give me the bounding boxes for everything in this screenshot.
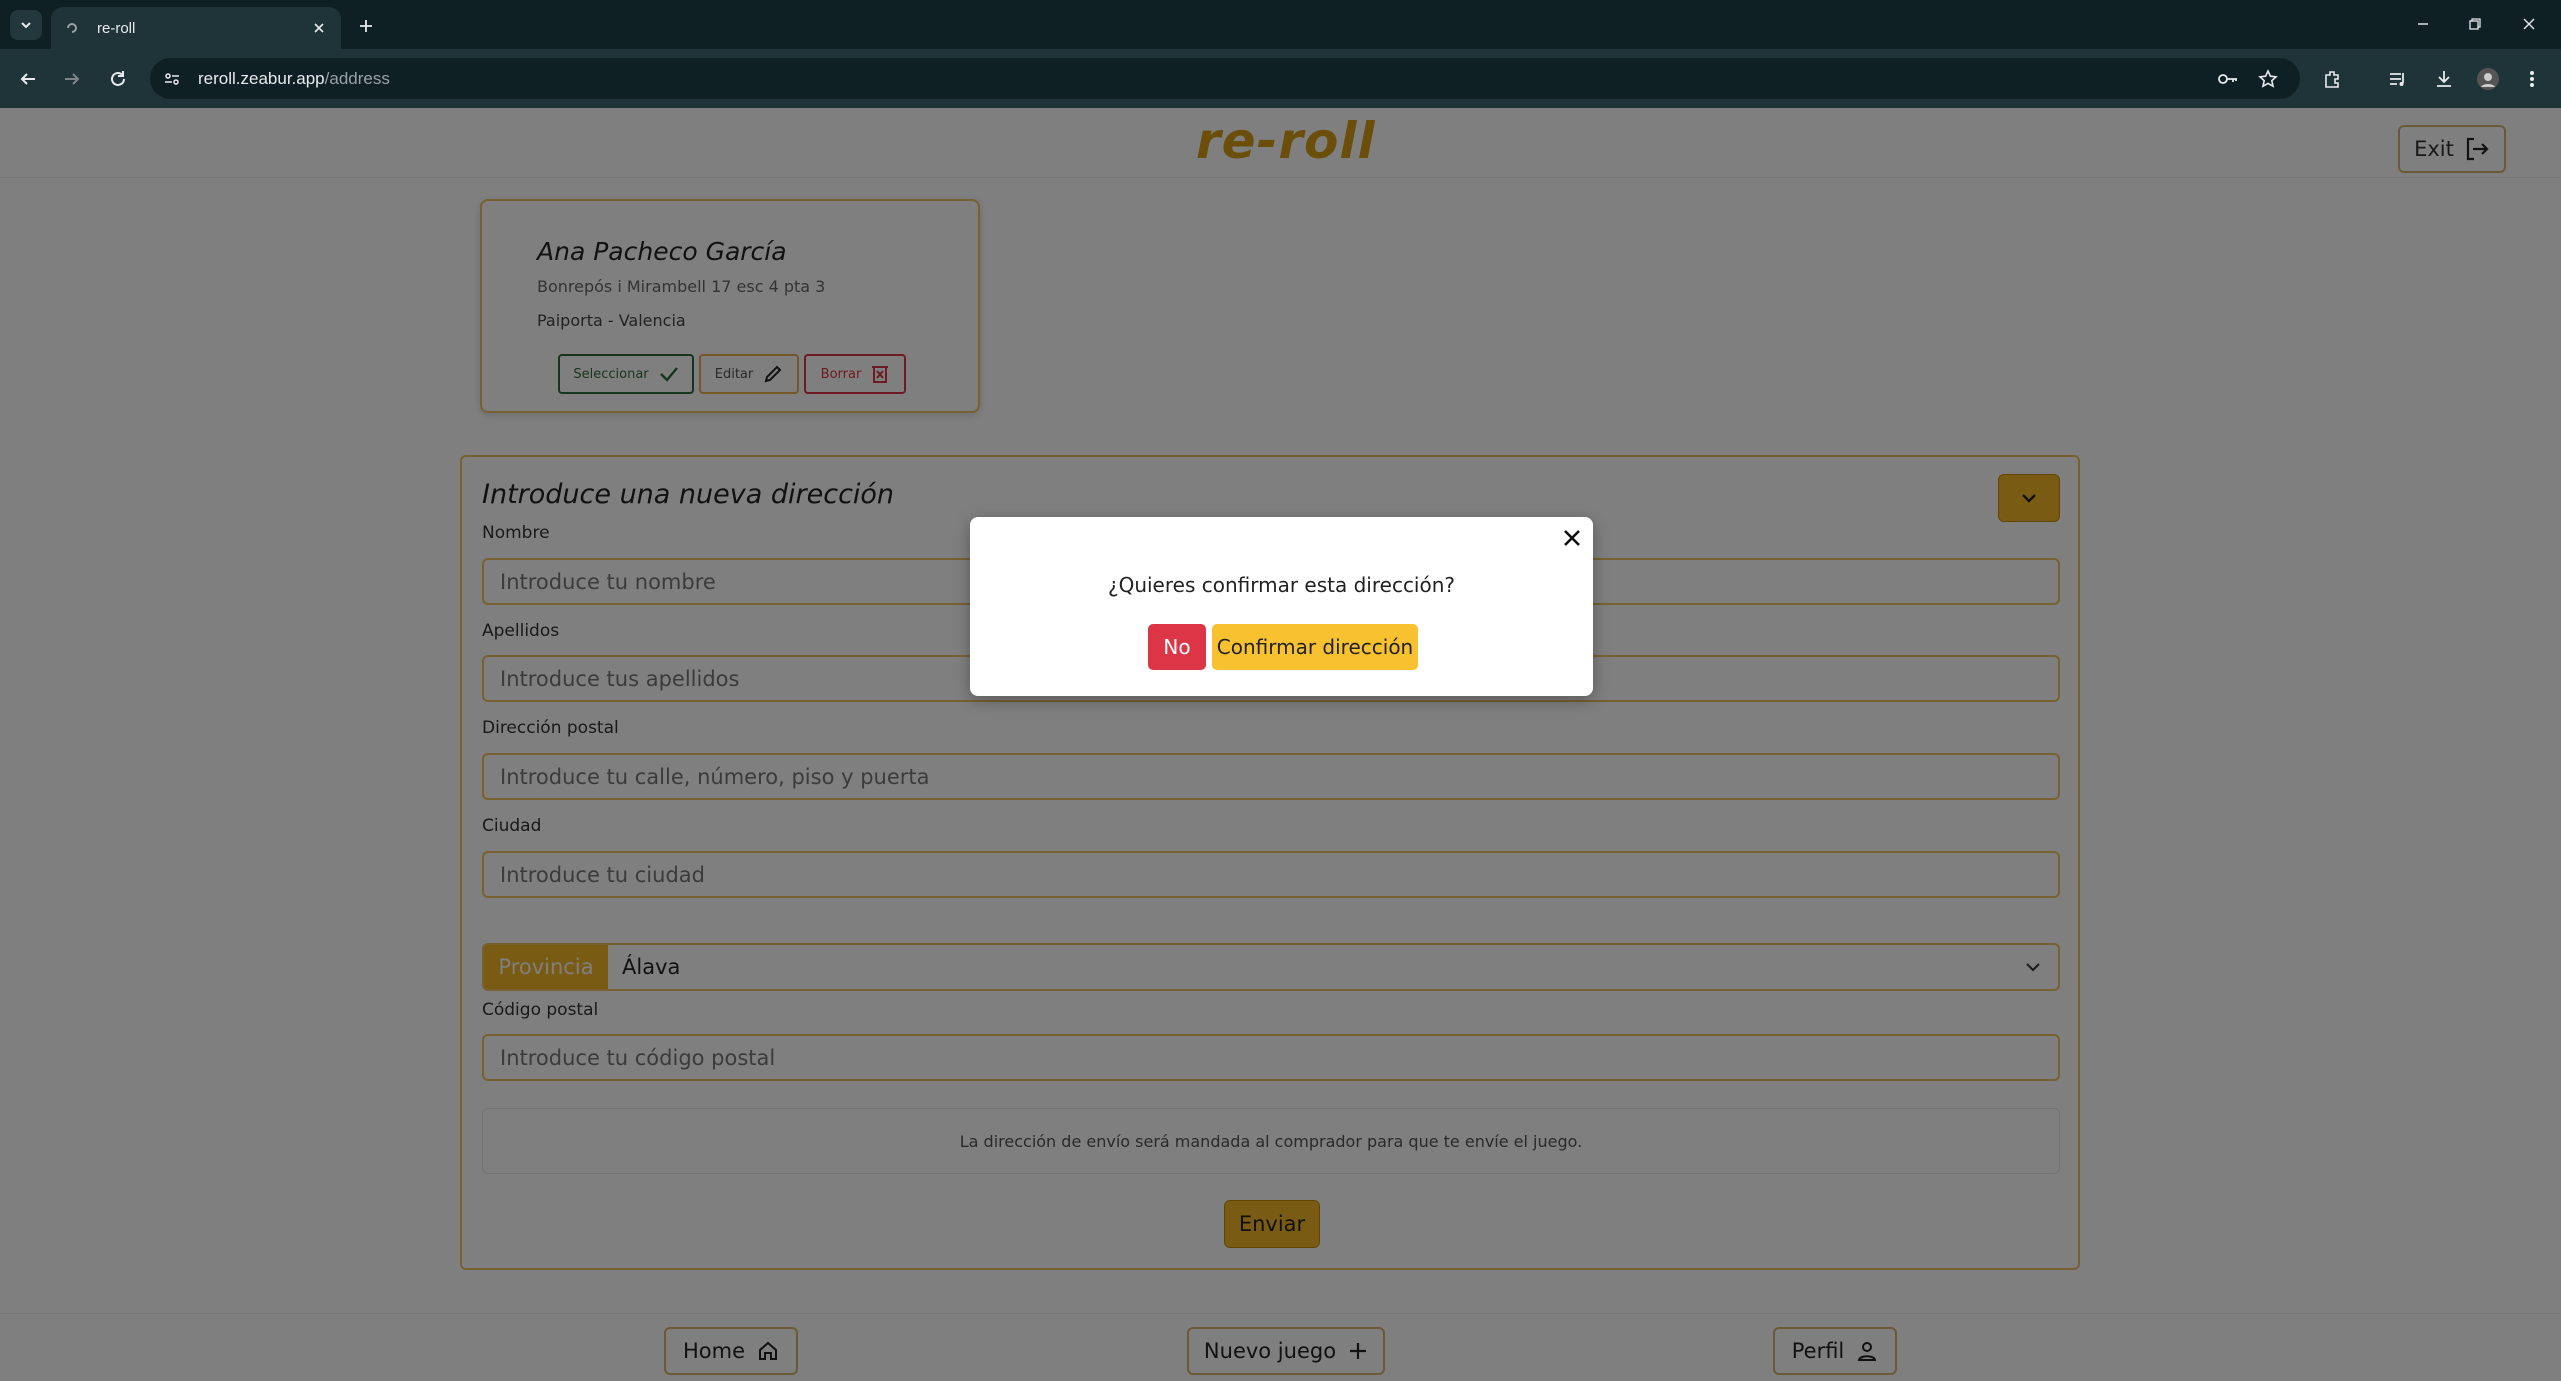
plus-icon bbox=[360, 20, 372, 32]
back-button[interactable] bbox=[12, 63, 44, 95]
download-icon[interactable] bbox=[2428, 63, 2460, 95]
url-text: reroll.zeabur.app/address bbox=[198, 68, 390, 88]
site-info-icon[interactable] bbox=[158, 65, 186, 93]
close-window-button[interactable] bbox=[2506, 8, 2552, 40]
arrow-left-icon bbox=[20, 73, 35, 85]
tab-search-button[interactable] bbox=[10, 10, 42, 40]
reload-button[interactable] bbox=[102, 63, 134, 95]
page: re-roll Exit Ana Pacheco García Bonrepós… bbox=[0, 108, 2561, 1381]
modal-confirm-button[interactable]: Confirmar dirección bbox=[1212, 624, 1418, 670]
bookmark-star-icon[interactable] bbox=[2252, 63, 2284, 95]
confirm-address-modal: ¿Quieres confirmar esta dirección? No Co… bbox=[970, 517, 1593, 696]
media-controls-icon[interactable] bbox=[2382, 63, 2414, 95]
arrow-right-icon bbox=[65, 73, 80, 85]
tab-title: re-roll bbox=[97, 19, 136, 37]
browser-tab-strip: re-roll bbox=[0, 0, 2561, 49]
tab-close-icon[interactable] bbox=[309, 18, 329, 38]
chevron-down-icon bbox=[21, 22, 31, 29]
minimize-icon bbox=[2418, 23, 2428, 25]
modal-backdrop[interactable] bbox=[0, 108, 2561, 1381]
profile-avatar-icon[interactable] bbox=[2472, 63, 2504, 95]
close-icon bbox=[1564, 530, 1580, 546]
close-icon bbox=[2523, 18, 2535, 30]
modal-question: ¿Quieres confirmar esta dirección? bbox=[1107, 573, 1456, 597]
restore-icon bbox=[2469, 18, 2481, 30]
minimize-button[interactable] bbox=[2400, 8, 2446, 40]
forward-button[interactable] bbox=[56, 63, 88, 95]
reload-icon bbox=[111, 71, 125, 86]
browser-toolbar: reroll.zeabur.app/address bbox=[0, 49, 2561, 108]
password-key-icon[interactable] bbox=[2212, 63, 2244, 95]
new-tab-button[interactable] bbox=[352, 12, 380, 40]
restore-button[interactable] bbox=[2452, 8, 2498, 40]
modal-no-button[interactable]: No bbox=[1148, 624, 1206, 670]
extensions-icon[interactable] bbox=[2316, 63, 2348, 95]
modal-close-button[interactable] bbox=[1557, 523, 1587, 553]
browser-tab[interactable]: re-roll bbox=[51, 7, 341, 49]
browser-menu-icon[interactable] bbox=[2516, 63, 2548, 95]
site-favicon-icon bbox=[63, 19, 81, 37]
address-bar[interactable]: reroll.zeabur.app/address bbox=[150, 58, 2300, 99]
